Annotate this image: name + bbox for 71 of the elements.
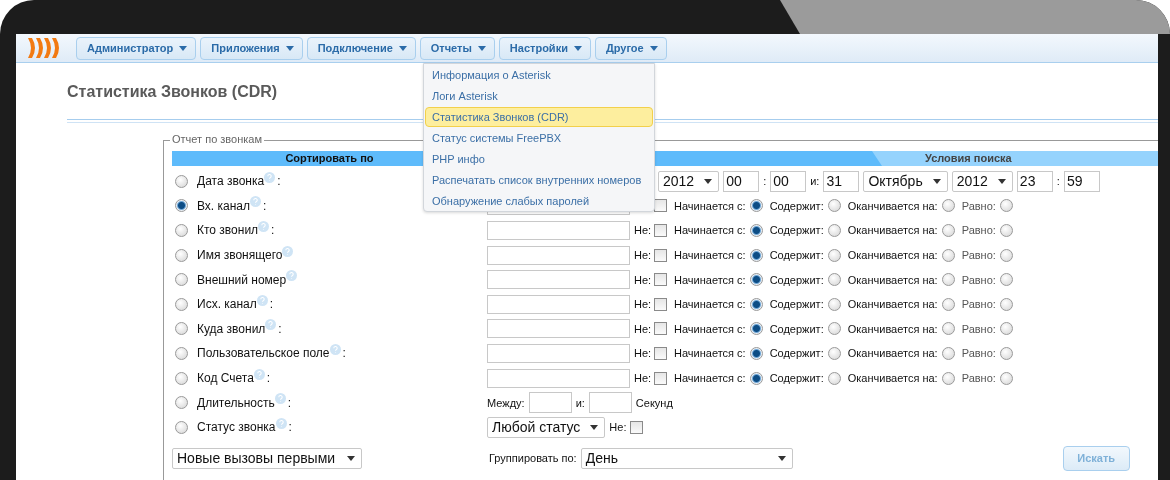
option-label: Оканчивается на:: [847, 273, 938, 286]
option-label: Содержит:: [769, 273, 824, 286]
option-label: Начинается с:: [674, 199, 746, 212]
option-label: Оканчивается на:: [847, 249, 938, 262]
option-label: Оканчивается на:: [847, 347, 938, 360]
option-label: Начинается с:: [674, 249, 746, 262]
option-label: Оканчивается на:: [847, 372, 938, 385]
unit-label: Секунд: [635, 396, 673, 409]
option-label: Оканчивается на:: [847, 322, 938, 335]
separator-label: :: [1056, 175, 1060, 188]
field-label: Внешний номер: [197, 272, 287, 287]
option-label: Содержит:: [769, 224, 824, 237]
option-label: Равно:: [961, 298, 996, 311]
field-label: Длительность: [197, 395, 275, 410]
fieldset-legend: Отчет по звонкам: [170, 133, 264, 145]
not-label: Не:: [634, 273, 652, 286]
option-label: Равно:: [961, 372, 996, 385]
field-label: Пользовательское поле: [197, 346, 330, 361]
field-label: Исх. канал: [197, 297, 257, 312]
field-label: Код Счета: [197, 371, 254, 386]
page-title: Статистика Звонков (CDR): [67, 82, 278, 102]
option-label: Начинается с:: [674, 372, 746, 385]
option-label: Начинается с:: [674, 273, 746, 286]
option-label: Содержит:: [769, 199, 824, 212]
option-label: Начинается с:: [674, 322, 746, 335]
option-label: Равно:: [961, 224, 996, 237]
colon-label: :: [266, 371, 271, 386]
colon-label: :: [277, 174, 281, 189]
colon-label: :: [271, 223, 275, 238]
sort-header: Сортировать по: [285, 151, 374, 166]
field-label: Дата звонка: [197, 174, 265, 189]
option-label: Начинается с:: [674, 347, 746, 360]
between-label: Между:: [487, 396, 525, 409]
colon-label: :: [342, 346, 346, 361]
not-label: Не:: [609, 421, 627, 434]
separator-label: :: [763, 175, 767, 188]
option-label: Оканчивается на:: [847, 199, 938, 212]
field-label: Куда звонил: [197, 321, 266, 336]
colon-label: :: [288, 420, 292, 435]
colon-label: :: [287, 395, 292, 410]
option-label: Содержит:: [769, 298, 824, 311]
field-label: Вх. канал: [197, 198, 251, 213]
field-label: Статус звонка: [197, 420, 276, 435]
option-label: Равно:: [961, 347, 996, 360]
field-label: Имя звонящего: [197, 248, 283, 263]
option-label: Равно:: [961, 322, 996, 335]
option-label: Содержит:: [769, 249, 824, 262]
option-label: Равно:: [961, 273, 996, 286]
option-label: Содержит:: [769, 372, 824, 385]
not-label: Не:: [634, 298, 652, 311]
option-label: Оканчивается на:: [847, 298, 938, 311]
group-label: Группировать по:: [489, 452, 577, 465]
option-label: Начинается с:: [674, 298, 746, 311]
conditions-header: Условия поиска: [925, 151, 1012, 166]
colon-label: :: [269, 297, 274, 312]
option-label: Оканчивается на:: [847, 224, 938, 237]
colon-label: :: [263, 198, 267, 213]
option-label: Содержит:: [769, 322, 824, 335]
not-label: Не:: [634, 347, 652, 360]
not-label: Не:: [634, 372, 652, 385]
not-label: Не:: [634, 224, 652, 237]
colon-label: :: [278, 321, 282, 336]
field-label: Кто звонил: [197, 223, 259, 238]
option-label: Равно:: [961, 199, 996, 212]
option-label: Начинается с:: [674, 224, 746, 237]
option-label: Равно:: [961, 249, 996, 262]
not-label: Не:: [634, 249, 652, 262]
not-label: Не:: [634, 322, 652, 335]
and-label: и:: [575, 396, 585, 409]
option-label: Содержит:: [769, 347, 824, 360]
separator-label: и:: [810, 175, 820, 188]
